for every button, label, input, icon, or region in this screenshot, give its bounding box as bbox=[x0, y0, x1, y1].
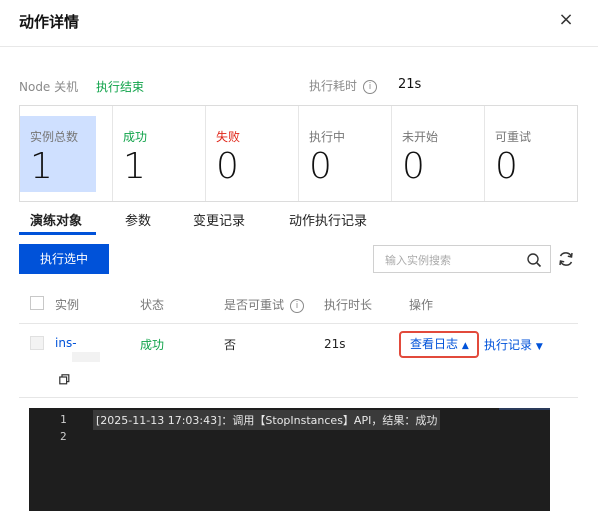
th-actions: 操作 bbox=[409, 298, 434, 312]
header-divider bbox=[0, 46, 598, 47]
stat-total[interactable]: 实例总数 1 bbox=[20, 106, 113, 201]
info-icon[interactable]: i bbox=[290, 298, 305, 313]
node-label: Node 关机 bbox=[19, 80, 79, 94]
line-number: 1 bbox=[60, 413, 67, 426]
duration-meta: 执行耗时 i bbox=[309, 77, 378, 94]
execution-history-label: 执行记录 bbox=[484, 338, 533, 352]
retryable-value: 否 bbox=[224, 338, 237, 352]
stat-label: 实例总数 bbox=[30, 130, 79, 144]
tab-targets[interactable]: 演练对象 bbox=[30, 210, 82, 229]
stat-success[interactable]: 成功 1 bbox=[113, 106, 206, 201]
duration-cell: 21s bbox=[324, 337, 346, 351]
stat-value: 1 bbox=[30, 146, 53, 187]
status-badge: 成功 bbox=[140, 338, 165, 352]
th-retryable-label: 是否可重试 bbox=[224, 298, 285, 312]
search-icon[interactable] bbox=[526, 252, 542, 268]
view-log-button[interactable]: 查看日志 ▲ bbox=[399, 331, 479, 358]
info-icon[interactable]: i bbox=[363, 79, 378, 94]
stat-label: 成功 bbox=[123, 130, 148, 144]
execution-history-button[interactable]: 执行记录 ▼ bbox=[484, 336, 543, 353]
stat-value: 0 bbox=[309, 146, 332, 187]
search-box[interactable]: 输入实例搜索 bbox=[373, 245, 551, 273]
stat-retryable[interactable]: 可重试 0 bbox=[485, 106, 577, 201]
stat-label: 可重试 bbox=[495, 130, 532, 144]
select-all-checkbox[interactable] bbox=[30, 296, 44, 310]
caret-up-icon: ▲ bbox=[461, 341, 469, 351]
stat-value: 0 bbox=[402, 146, 425, 187]
th-duration: 执行时长 bbox=[324, 298, 373, 312]
refresh-icon[interactable] bbox=[557, 250, 575, 268]
close-icon[interactable]: × bbox=[555, 9, 577, 31]
stat-label: 执行中 bbox=[309, 130, 346, 144]
th-instance: 实例 bbox=[55, 298, 80, 312]
search-placeholder: 输入实例搜索 bbox=[385, 254, 451, 267]
dialog-title: 动作详情 bbox=[19, 13, 80, 31]
th-retryable: 是否可重试 i bbox=[224, 296, 305, 313]
tab-change-log[interactable]: 变更记录 bbox=[193, 210, 245, 229]
th-status: 状态 bbox=[140, 298, 165, 312]
node-status: 执行结束 bbox=[96, 80, 145, 94]
tab-action-history[interactable]: 动作执行记录 bbox=[289, 210, 367, 229]
row-checkbox[interactable] bbox=[30, 336, 44, 350]
stat-failed[interactable]: 失败 0 bbox=[206, 106, 299, 201]
stat-label: 失败 bbox=[216, 130, 241, 144]
stat-running[interactable]: 执行中 0 bbox=[299, 106, 392, 201]
log-viewer-accent bbox=[499, 408, 550, 410]
duration-value: 21s bbox=[398, 77, 422, 92]
stat-not-started[interactable]: 未开始 0 bbox=[392, 106, 485, 201]
stat-value: 0 bbox=[495, 146, 518, 187]
run-selected-button[interactable]: 执行选中 bbox=[19, 244, 109, 274]
tab-params[interactable]: 参数 bbox=[125, 210, 151, 229]
stat-value: 1 bbox=[123, 146, 146, 187]
log-line: [2025-11-13 17:03:43]：调用【StopInstances】A… bbox=[93, 410, 441, 430]
caret-down-icon: ▼ bbox=[535, 342, 543, 352]
tab-active-indicator bbox=[19, 232, 96, 235]
instance-id-redacted bbox=[72, 352, 100, 362]
instance-link[interactable]: ins- bbox=[55, 336, 77, 350]
copy-icon[interactable] bbox=[59, 374, 70, 385]
line-number: 2 bbox=[60, 430, 67, 443]
duration-label: 执行耗时 bbox=[309, 79, 358, 93]
log-viewer[interactable]: 1 2 [2025-11-13 17:03:43]：调用【StopInstanc… bbox=[29, 408, 550, 511]
table-header-divider bbox=[19, 323, 578, 324]
row-divider bbox=[19, 397, 578, 398]
view-log-label: 查看日志 bbox=[410, 337, 459, 351]
stat-label: 未开始 bbox=[402, 130, 439, 144]
stat-value: 0 bbox=[216, 146, 239, 187]
tab-bar: 演练对象 参数 变更记录 动作执行记录 bbox=[19, 206, 578, 236]
stats-panel: 实例总数 1 成功 1 失败 0 执行中 0 未开始 0 可重试 0 bbox=[19, 105, 578, 202]
